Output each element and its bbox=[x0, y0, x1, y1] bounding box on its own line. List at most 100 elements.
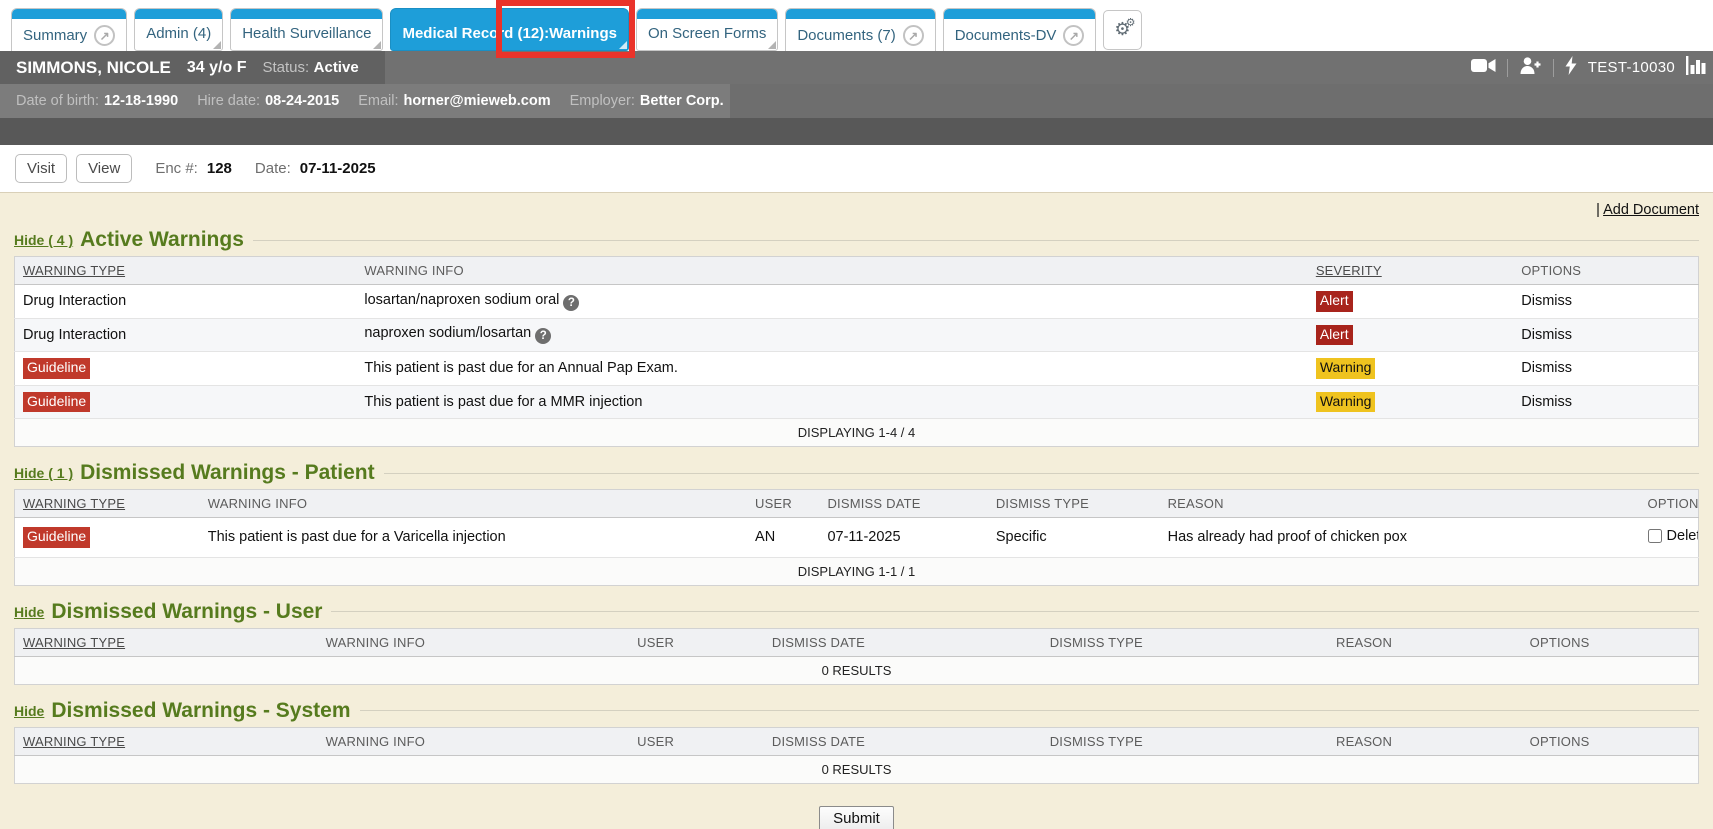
column-header[interactable]: WARNING TYPE bbox=[15, 257, 357, 285]
bar-chart-icon[interactable] bbox=[1686, 56, 1707, 80]
tab-medical-record-warnings[interactable]: Medical Record (12):Warnings bbox=[390, 8, 628, 51]
table-row: Guideline This patient is past due for a… bbox=[15, 518, 1699, 558]
enc-date-label: Date: bbox=[255, 160, 291, 177]
tab-admin[interactable]: Admin (4) bbox=[134, 8, 223, 51]
dropdown-corner-icon bbox=[373, 41, 381, 49]
divider bbox=[360, 710, 1700, 711]
tab-label: Documents (7) bbox=[797, 27, 895, 44]
dismissed-user-table: WARNING TYPE WARNING INFO USER DISMISS D… bbox=[14, 628, 1699, 685]
tab-health-surveillance[interactable]: Health Surveillance bbox=[230, 8, 383, 51]
tab-summary[interactable]: Summary ↗ bbox=[11, 8, 127, 55]
hide-patient-link[interactable]: Hide ( 1 ) bbox=[14, 465, 73, 481]
column-header: DISMISS TYPE bbox=[988, 490, 1160, 518]
warning-type: Drug Interaction bbox=[23, 293, 126, 309]
tab-label: Documents-DV bbox=[955, 27, 1057, 44]
dismissed-patient-header: Hide ( 1 ) Dismissed Warnings - Patient bbox=[14, 459, 1699, 487]
patient-identity: SIMMONS, NICOLE 34 y/o F Status: Active bbox=[0, 51, 385, 84]
hide-user-link[interactable]: Hide bbox=[14, 604, 44, 620]
column-header: USER bbox=[747, 490, 819, 518]
tab-label: Health Surveillance bbox=[242, 25, 371, 42]
email-label: Email: bbox=[358, 93, 398, 109]
popout-icon[interactable]: ↗ bbox=[94, 25, 115, 46]
video-camera-icon[interactable] bbox=[1471, 58, 1496, 78]
hide-system-link[interactable]: Hide bbox=[14, 703, 44, 719]
hide-active-link[interactable]: Hide ( 4 ) bbox=[14, 232, 73, 248]
table-row: Drug Interaction losartan/naproxen sodiu… bbox=[15, 285, 1699, 319]
divider bbox=[253, 240, 1699, 241]
column-header: USER bbox=[629, 628, 764, 656]
dob-value: 12-18-1990 bbox=[104, 93, 178, 109]
help-icon[interactable]: ? bbox=[535, 328, 551, 344]
add-person-icon[interactable] bbox=[1519, 57, 1542, 79]
warning-info: losartan/naproxen sodium oral bbox=[364, 292, 559, 308]
tab-documents-dv[interactable]: Documents-DV ↗ bbox=[943, 8, 1097, 55]
paging-status: DISPLAYING 1-4 / 4 bbox=[15, 419, 1699, 447]
column-header: DISMISS DATE bbox=[764, 727, 1042, 755]
delete-checkbox[interactable] bbox=[1648, 529, 1662, 543]
warning-info: This patient is past due for a Varicella… bbox=[208, 529, 506, 545]
column-header: WARNING INFO bbox=[200, 490, 747, 518]
dismiss-link[interactable]: Dismiss bbox=[1521, 293, 1572, 309]
tab-bar: Summary ↗ Admin (4) Health Surveillance … bbox=[0, 0, 1713, 51]
column-header: WARNING INFO bbox=[356, 257, 1307, 285]
column-header: DISMISS TYPE bbox=[1042, 628, 1328, 656]
dob-label: Date of birth: bbox=[16, 93, 99, 109]
empty-results: 0 RESULTS bbox=[15, 755, 1699, 783]
tab-documents[interactable]: Documents (7) ↗ bbox=[785, 8, 935, 55]
view-button[interactable]: View bbox=[76, 154, 132, 183]
delete-option[interactable]: Delete bbox=[1648, 528, 1699, 544]
tab-label: On Screen Forms bbox=[648, 25, 766, 42]
dismissed-patient-table: WARNING TYPE WARNING INFO USER DISMISS D… bbox=[14, 489, 1699, 586]
dismissed-system-table: WARNING TYPE WARNING INFO USER DISMISS D… bbox=[14, 727, 1699, 784]
popout-icon[interactable]: ↗ bbox=[903, 25, 924, 46]
section-title: Dismissed Warnings - System bbox=[51, 699, 350, 723]
divider bbox=[331, 611, 1699, 612]
warnings-page: | Add Document Hide ( 4 ) Active Warning… bbox=[0, 192, 1713, 829]
patient-name: SIMMONS, NICOLE bbox=[16, 58, 171, 78]
column-header: OPTIONS bbox=[1513, 257, 1698, 285]
dismiss-reason: Has already had proof of chicken pox bbox=[1168, 529, 1407, 545]
popout-icon[interactable]: ↗ bbox=[1063, 25, 1084, 46]
tab-cap bbox=[786, 9, 934, 19]
severity-badge: Warning bbox=[1316, 392, 1376, 413]
column-header: OPTIONS bbox=[1522, 628, 1699, 656]
employer-value: Better Corp. bbox=[640, 93, 724, 109]
tab-label: Medical Record (12):Warnings bbox=[402, 25, 616, 42]
lightning-bolt-icon[interactable] bbox=[1565, 56, 1577, 80]
employer-label: Employer: bbox=[570, 93, 635, 109]
status-value: Active bbox=[314, 59, 359, 76]
dismiss-link[interactable]: Dismiss bbox=[1521, 360, 1572, 376]
column-header[interactable]: SEVERITY bbox=[1308, 257, 1513, 285]
add-document-link[interactable]: Add Document bbox=[1603, 202, 1699, 218]
divider bbox=[384, 473, 1699, 474]
dismissed-user-header: Hide Dismissed Warnings - User bbox=[14, 598, 1699, 626]
dropdown-corner-icon bbox=[619, 41, 627, 49]
settings-gears-button[interactable]: ⚙ ⚙ bbox=[1103, 10, 1141, 50]
warning-info: naproxen sodium/losartan bbox=[364, 325, 531, 341]
column-header: USER bbox=[629, 727, 764, 755]
gears-icon: ⚙ bbox=[1126, 16, 1136, 29]
dismiss-date: 07-11-2025 bbox=[827, 529, 900, 545]
active-warnings-table: WARNING TYPE WARNING INFO SEVERITY OPTIO… bbox=[14, 256, 1699, 447]
chart-id: TEST-10030 bbox=[1588, 59, 1675, 76]
status-label: Status: bbox=[262, 59, 309, 76]
visit-button[interactable]: Visit bbox=[15, 154, 67, 183]
column-header[interactable]: WARNING TYPE bbox=[15, 727, 318, 755]
column-header[interactable]: WARNING TYPE bbox=[15, 628, 318, 656]
patient-demographics: Date of birth: 12-18-1990 Hire date: 08-… bbox=[0, 84, 730, 118]
dismiss-link[interactable]: Dismiss bbox=[1521, 394, 1572, 410]
dismiss-link[interactable]: Dismiss bbox=[1521, 327, 1572, 343]
help-icon[interactable]: ? bbox=[563, 295, 579, 311]
header-collapsed-bar bbox=[0, 118, 1713, 145]
table-row: Guideline This patient is past due for a… bbox=[15, 352, 1699, 386]
divider bbox=[1553, 59, 1554, 77]
tab-on-screen-forms[interactable]: On Screen Forms bbox=[636, 8, 778, 51]
column-header[interactable]: WARNING TYPE bbox=[15, 490, 200, 518]
encounter-bar: Visit View Enc #: 128 Date: 07-11-2025 bbox=[0, 145, 1713, 192]
column-header: REASON bbox=[1328, 727, 1522, 755]
submit-button[interactable]: Submit bbox=[819, 806, 894, 829]
warning-type-badge: Guideline bbox=[23, 527, 90, 548]
table-row: Drug Interaction naproxen sodium/losarta… bbox=[15, 318, 1699, 352]
tab-cap bbox=[391, 9, 627, 19]
enc-date-value: 07-11-2025 bbox=[300, 160, 376, 177]
